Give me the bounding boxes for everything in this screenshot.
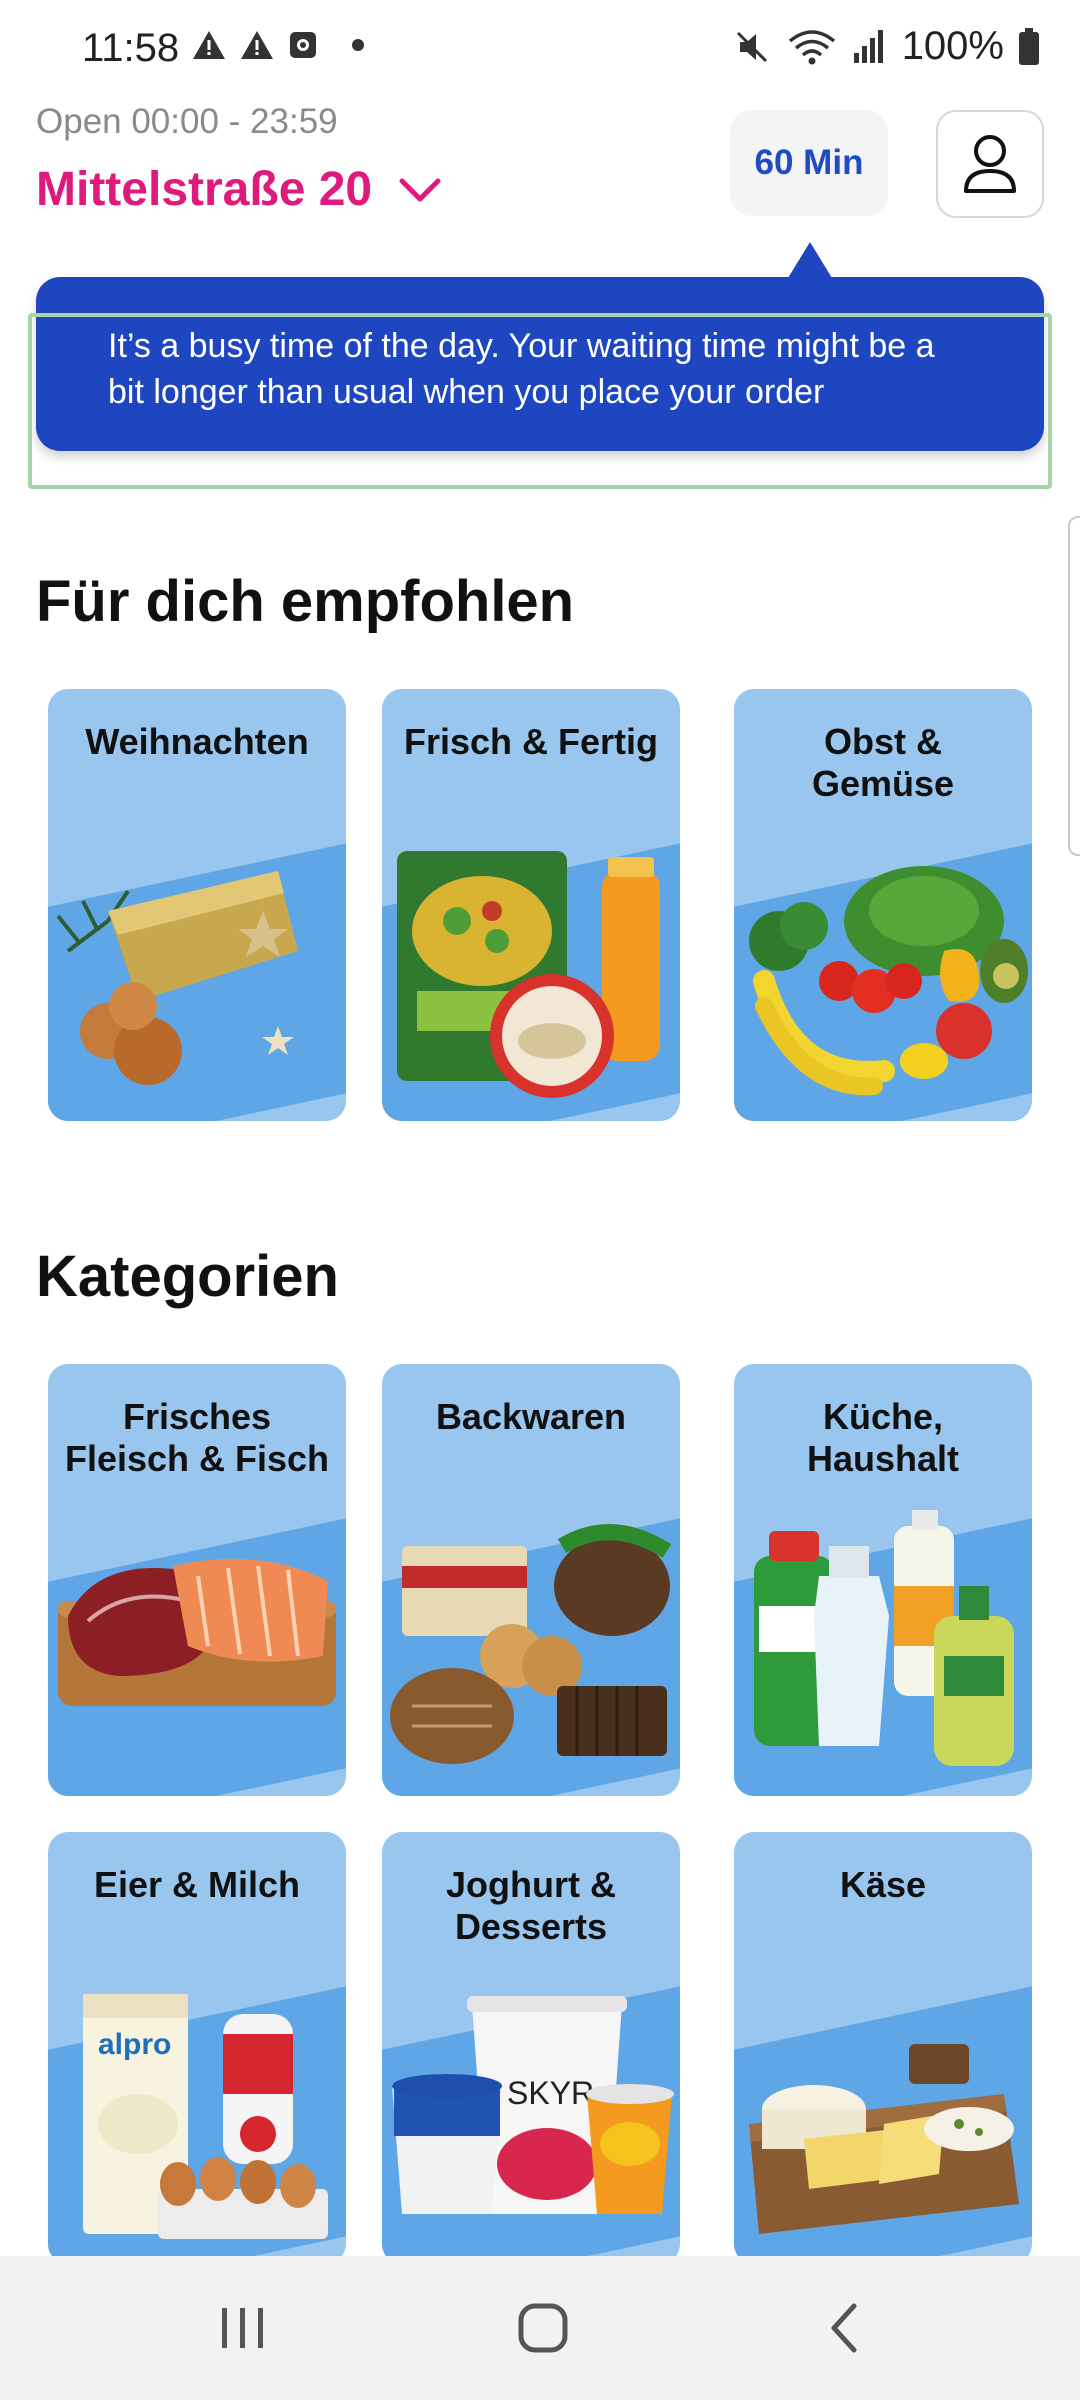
meat-fish-icon bbox=[58, 1558, 336, 1706]
opening-hours: Open 00:00 - 23:59 bbox=[36, 102, 338, 141]
recent-apps-icon bbox=[222, 2308, 263, 2348]
card-label: Weihnachten bbox=[85, 721, 309, 762]
wifi-icon bbox=[788, 29, 835, 64]
card-obst-gemuese[interactable]: Obst & Gemüse bbox=[734, 689, 1032, 1121]
yoghurt-icon: SKYR bbox=[392, 1996, 674, 2214]
card-kueche-haushalt[interactable]: Küche, Haushalt bbox=[734, 1364, 1032, 1796]
battery-percent: 100% bbox=[901, 24, 1004, 68]
profile-button[interactable] bbox=[936, 110, 1044, 218]
ready-meal-icon bbox=[397, 851, 660, 1098]
signal-icon bbox=[853, 29, 883, 63]
back-button[interactable] bbox=[800, 2292, 890, 2364]
christmas-gift-icon bbox=[56, 871, 298, 1085]
status-time: 11:58 bbox=[82, 26, 180, 70]
categories-title: Kategorien bbox=[36, 1244, 339, 1309]
address-label: Mittelstraße 20 bbox=[36, 163, 373, 216]
svg-text:SKYR: SKYR bbox=[507, 2075, 594, 2111]
bread-icon bbox=[390, 1524, 672, 1764]
card-label: Joghurt & Desserts bbox=[446, 1864, 616, 1947]
cleaning-bottles-icon bbox=[754, 1510, 1014, 1766]
card-label: Frisches Fleisch & Fisch bbox=[64, 1396, 330, 1479]
warning-icon bbox=[193, 31, 225, 59]
card-label: Obst & Gemüse bbox=[811, 721, 955, 804]
card-label: Küche, Haushalt bbox=[806, 1396, 960, 1479]
card-weihnachten[interactable]: Weihnachten bbox=[48, 689, 346, 1121]
tooltip-arrow bbox=[788, 242, 832, 278]
battery-icon bbox=[1019, 27, 1039, 65]
card-label: Frisch & Fertig bbox=[403, 721, 659, 762]
recommended-title: Für dich empfohlen bbox=[36, 569, 575, 634]
card-fleisch-fisch[interactable]: Frisches Fleisch & Fisch bbox=[48, 1364, 346, 1796]
address-selector[interactable]: Mittelstraße 20 bbox=[36, 162, 442, 217]
status-left-icons bbox=[192, 30, 364, 60]
screen-record-icon bbox=[290, 32, 316, 58]
cheese-board-icon bbox=[749, 2044, 1019, 2234]
status-bar: 11:58 100% bbox=[0, 0, 1080, 100]
card-eier-milch[interactable]: Eier & Milch alpro bbox=[48, 1832, 346, 2264]
edge-panel-handle[interactable] bbox=[1068, 516, 1080, 856]
delivery-time-button[interactable]: 60 Min bbox=[730, 110, 888, 216]
status-right: 100% bbox=[732, 24, 1040, 69]
mute-icon bbox=[736, 31, 767, 62]
card-joghurt-desserts[interactable]: Joghurt & Desserts SKYR bbox=[382, 1832, 680, 2264]
focus-outline bbox=[28, 313, 1052, 489]
card-label: Backwaren bbox=[435, 1396, 627, 1437]
recent-apps-button[interactable] bbox=[197, 2292, 287, 2364]
user-icon bbox=[964, 135, 1016, 193]
warning-icon bbox=[241, 31, 273, 59]
card-label: Eier & Milch bbox=[93, 1864, 301, 1905]
home-button[interactable] bbox=[498, 2292, 588, 2364]
chevron-down-icon bbox=[399, 178, 441, 201]
system-nav-bar bbox=[0, 2256, 1080, 2400]
back-icon bbox=[831, 2303, 857, 2353]
notification-dot-icon bbox=[352, 39, 364, 51]
card-kaese[interactable]: Käse bbox=[734, 1832, 1032, 2264]
milk-eggs-icon: alpro bbox=[83, 1994, 328, 2239]
card-frisch-fertig[interactable]: Frisch & Fertig bbox=[382, 689, 680, 1121]
card-label: Käse bbox=[839, 1864, 927, 1905]
card-backwaren[interactable]: Backwaren bbox=[382, 1364, 680, 1796]
svg-text:alpro: alpro bbox=[98, 2028, 171, 2061]
fruit-vegetables-icon bbox=[749, 866, 1028, 1096]
home-icon bbox=[518, 2303, 568, 2353]
